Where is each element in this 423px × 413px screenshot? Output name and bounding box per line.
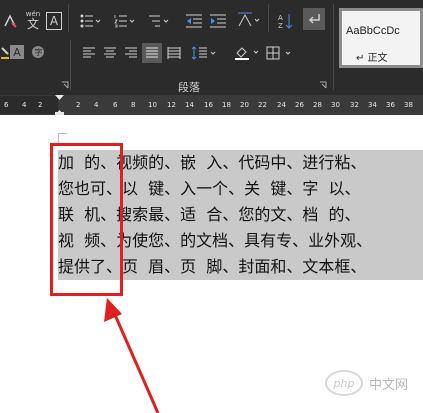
watermark: php 中文网 xyxy=(325,370,408,396)
watermark-text: 中文网 xyxy=(369,377,409,393)
watermark-logo: php xyxy=(325,370,363,396)
annotation-arrow xyxy=(104,298,160,413)
